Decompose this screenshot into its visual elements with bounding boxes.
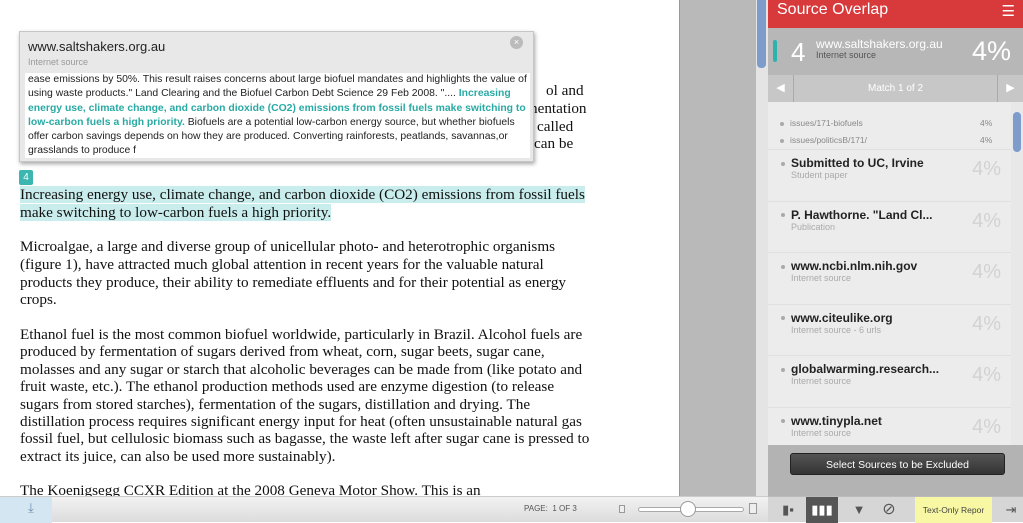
close-icon[interactable]: × [510, 36, 523, 49]
download-icon: ⤓ [28, 500, 34, 515]
panel-toolbar: ▮▪ ▮▮▮ ▼ ⊘ Text-Only Repor ⇥ [768, 496, 1023, 523]
doc-line: distillation process requires significan… [20, 413, 582, 430]
source-item[interactable]: Submitted to UC, Irvine Student paper 4% [768, 149, 1011, 201]
previous-match-icon[interactable]: ◀ [768, 75, 794, 102]
source-percent: 4% [972, 415, 1001, 438]
source-item[interactable]: www.citeulike.org Internet source - 6 ur… [768, 303, 1011, 356]
source-name: www.ncbi.nlm.nih.gov [781, 259, 917, 273]
source-kind: Internet source [791, 427, 852, 438]
document-scrollbar[interactable] [756, 0, 768, 496]
source-name: www.citeulike.org [781, 311, 893, 325]
zoom-out-icon[interactable] [619, 505, 625, 513]
doc-line: molasses and any sugar or starch that al… [20, 361, 583, 378]
list-menu-icon[interactable]: ☰ [1002, 2, 1015, 22]
current-source[interactable]: 4 www.saltshakers.org.au Internet source… [768, 28, 1023, 75]
sub-url-item[interactable]: issues/politicsB/171/4% [780, 135, 1010, 145]
source-percent: 4% [972, 209, 1001, 232]
doc-line: (figure 1), have attracted much global a… [20, 256, 544, 273]
source-percent: 4% [972, 261, 1001, 283]
download-button[interactable]: ⤓ [0, 497, 52, 523]
source-kind: Internet source - 6 urls [791, 324, 882, 335]
page-value: 1 OF 3 [552, 504, 577, 513]
match-navigator: ◀ Match 1 of 2 ▶ [768, 75, 1023, 102]
source-kind: Internet source [791, 376, 852, 386]
doc-text-fragment: can be [534, 135, 574, 152]
exit-icon[interactable]: ⇥ [1000, 497, 1022, 523]
doc-line: Microalgae, a large and diverse group of… [20, 238, 556, 255]
panel-scrollbar[interactable] [1011, 102, 1023, 445]
doc-line: extract its juice, can also be used more… [20, 448, 336, 465]
source-name: Submitted to UC, Irvine [781, 156, 924, 170]
page-indicator: PAGE: 1 OF 3 [524, 504, 577, 513]
sub-url-percent: 4% [980, 118, 993, 128]
source-item[interactable]: P. Hawthorne. "Land Cl... Publication 4% [768, 200, 1011, 253]
select-sources-excluded-button[interactable]: Select Sources to be Excluded [790, 453, 1005, 475]
popup-kind: Internet source [28, 57, 89, 67]
source-percent: 4% [972, 312, 1001, 335]
popup-title: www.saltshakers.org.au [28, 39, 166, 54]
highlighted-match-text[interactable]: make switching to low-carbon fuels a hig… [20, 204, 332, 221]
zoom-in-icon[interactable] [749, 503, 757, 514]
doc-line: Ethanol fuel is the most common biofuel … [20, 326, 583, 343]
document-viewer: ol and nentation called can be 4 Increas… [0, 0, 679, 496]
source-percent: 4% [972, 158, 1001, 180]
sub-url-percent: 4% [980, 135, 993, 145]
doc-line: produced by fermentation of sugars deriv… [20, 343, 545, 360]
doc-line: fruit waste, etc.). The ethanol producti… [20, 378, 555, 395]
doc-line: sugars from stored starches), fermentati… [20, 396, 531, 413]
doc-text-fragment: nentation [530, 100, 587, 117]
source-item[interactable]: www.ncbi.nlm.nih.gov Internet source 4% [768, 252, 1011, 304]
sub-url-item[interactable]: issues/171-biofuels 4% [780, 118, 1010, 128]
source-name: P. Hawthorne. "Land Cl... [781, 208, 933, 222]
source-percent: 4% [972, 364, 1001, 386]
source-url: www.saltshakers.org.au [816, 37, 943, 51]
popup-text: ease emissions by 50%. This result raise… [28, 74, 527, 100]
source-item[interactable]: www.tinypla.net Internet source 4% [768, 406, 1011, 446]
source-name: globalwarming.research... [781, 362, 939, 376]
source-popup: www.saltshakers.org.au Internet source ×… [19, 31, 534, 162]
viewer-toolbar: ⤓ PAGE: 1 OF 3 [0, 496, 768, 523]
layers-icon[interactable]: ▮▪ [774, 497, 802, 523]
doc-text-fragment: called [537, 118, 574, 135]
source-kind: Internet source [791, 273, 852, 283]
source-number: 4 [791, 37, 806, 67]
doc-line: fossil fuel, but cellulosic biomass such… [20, 430, 590, 447]
bar-chart-icon[interactable]: ▮▮▮ [806, 497, 838, 523]
doc-line: The Koenigsegg CCXR Edition at the 2008 … [20, 482, 481, 496]
source-overlap-panel: Source Overlap ☰ 4 www.saltshakers.org.au… [768, 0, 1023, 523]
source-kind: Internet source [816, 50, 877, 60]
page-label: PAGE: [524, 504, 548, 513]
filter-icon[interactable]: ▼ [845, 497, 873, 523]
scrollbar-thumb[interactable] [757, 0, 766, 68]
highlighted-match-text[interactable]: Increasing energy use, climate change, a… [20, 186, 585, 203]
panel-title: Source Overlap [777, 1, 889, 18]
doc-text-fragment: ol and [546, 82, 584, 99]
next-match-icon[interactable]: ▶ [997, 75, 1023, 102]
text-only-report-button[interactable]: Text-Only Repor [915, 497, 992, 523]
doc-line: crops. [20, 291, 57, 308]
panel-header: Source Overlap ☰ [768, 0, 1023, 28]
exclude-area: Select Sources to be Excluded [768, 445, 1023, 496]
sub-url: issues/171-biofuels [790, 118, 863, 128]
source-item[interactable]: globalwarming.research... Internet sourc… [768, 355, 1011, 407]
match-label: Match 1 of 2 [867, 83, 924, 94]
source-name: www.tinypla.net [781, 414, 882, 428]
zoom-slider-handle[interactable] [680, 501, 696, 517]
source-percent: 4% [971, 36, 1011, 66]
scrollbar-thumb[interactable] [1013, 112, 1021, 152]
viewer-background [679, 0, 756, 496]
popup-source-text: ease emissions by 50%. This result raise… [25, 73, 530, 158]
source-kind: Student paper [791, 170, 848, 180]
source-kind: Publication [791, 221, 836, 232]
exclude-icon[interactable]: ⊘ [875, 497, 903, 523]
source-list: issues/171-biofuels 4% issues/politicsB/1… [768, 102, 1011, 445]
doc-line: products they produce, their ability to … [20, 274, 567, 291]
match-number-badge[interactable]: 4 [19, 170, 33, 185]
sub-url: issues/politicsB/171/ [790, 135, 868, 145]
source-color-bar [773, 40, 777, 62]
